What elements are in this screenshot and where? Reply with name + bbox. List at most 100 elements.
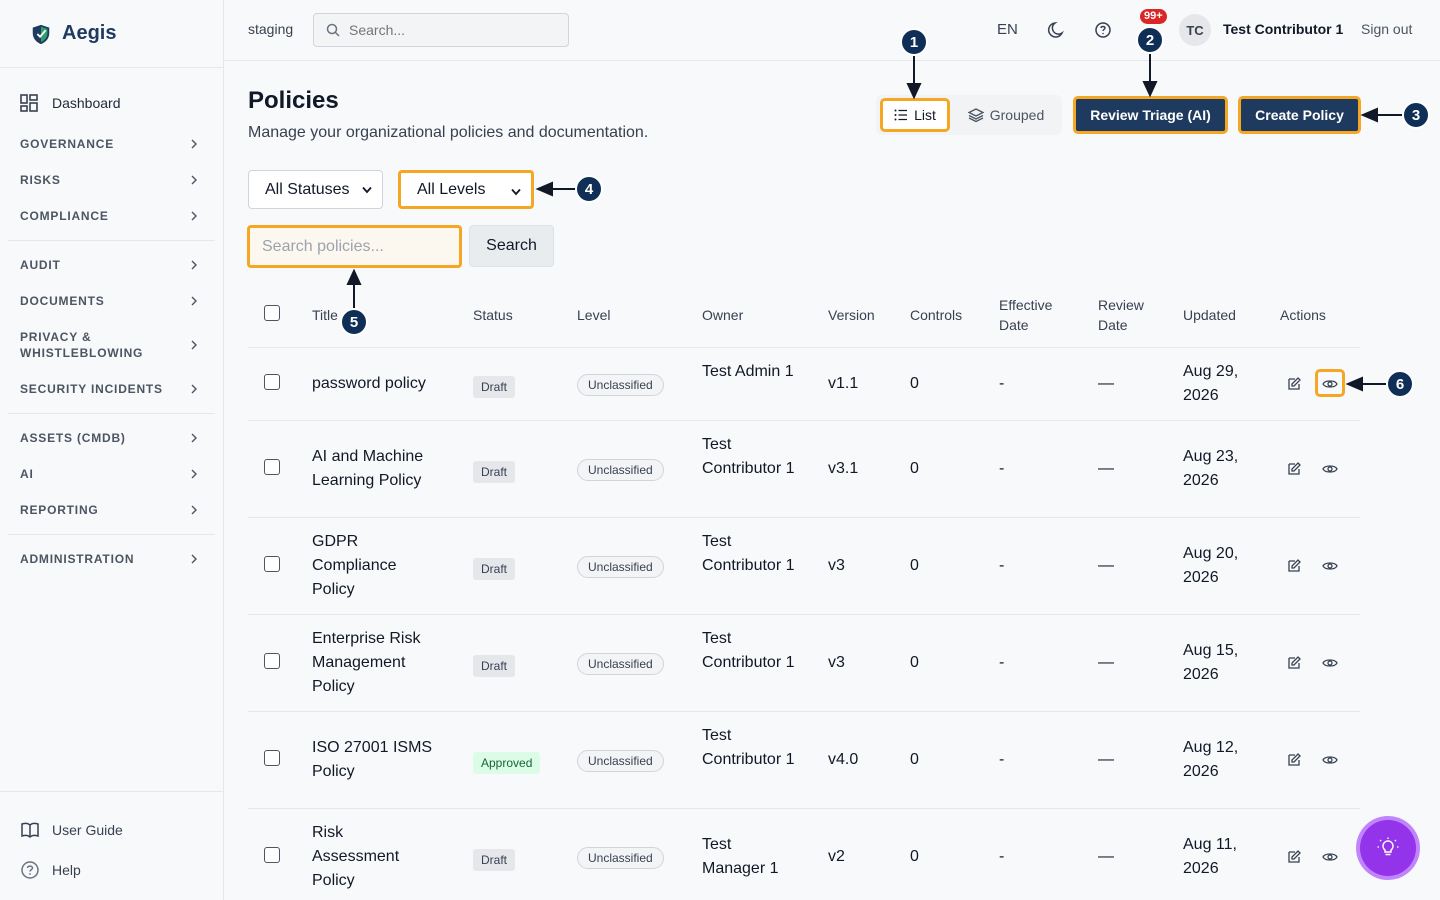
column-header-level[interactable]: Level [577, 305, 610, 325]
status-filter-select[interactable]: All Statuses [248, 170, 383, 209]
help-circle-icon[interactable] [1094, 21, 1112, 39]
sidebar-item-assets[interactable]: ASSETS (CMDB) [0, 420, 223, 456]
table-divider [248, 420, 1360, 421]
effective-date-cell: - [999, 751, 1005, 768]
topbar: staging EN 99+ TC Test Contributor 1 Sig… [224, 0, 1440, 61]
column-header-status[interactable]: Status [473, 305, 513, 325]
avatar[interactable]: TC [1179, 14, 1211, 46]
edit-icon[interactable] [1286, 849, 1302, 865]
edit-icon[interactable] [1286, 558, 1302, 574]
column-header-updated[interactable]: Updated [1183, 305, 1236, 325]
chevron-right-icon [191, 296, 197, 306]
global-search[interactable] [313, 13, 569, 47]
level-pill: Unclassified [577, 750, 664, 772]
policy-title-link[interactable]: AI and Machine Learning Policy [312, 445, 457, 493]
language-switcher[interactable]: EN [997, 21, 1018, 38]
owner-cell: Test Manager 1 [702, 836, 779, 877]
status-badge: Draft [473, 558, 516, 580]
sidebar-item-governance[interactable]: GOVERNANCE [0, 126, 223, 162]
row-checkbox[interactable] [264, 847, 280, 863]
row-checkbox[interactable] [264, 653, 280, 669]
chevron-right-icon [191, 505, 197, 515]
assistant-fab-button[interactable] [1360, 820, 1416, 876]
sidebar-item-compliance[interactable]: COMPLIANCE [0, 198, 223, 234]
sidebar-item-dashboard[interactable]: Dashboard [0, 90, 223, 116]
view-grouped-label: Grouped [989, 107, 1045, 123]
column-header-review-date[interactable]: Review Date [1098, 295, 1158, 335]
eye-icon[interactable] [1322, 752, 1338, 768]
sidebar-item-reporting[interactable]: REPORTING [0, 492, 223, 528]
effective-date-cell: - [999, 848, 1005, 865]
row-checkbox[interactable] [264, 750, 280, 766]
search-icon [326, 23, 340, 37]
sidebar-item-privacy[interactable]: PRIVACY & WHISTLEBLOWING [0, 319, 223, 371]
owner-cell: Test Contributor 1 [702, 630, 795, 671]
row-checkbox[interactable] [264, 374, 280, 390]
edit-icon[interactable] [1286, 461, 1302, 477]
search-button[interactable]: Search [469, 225, 554, 267]
view-list-label: List [914, 107, 936, 123]
column-header-owner[interactable]: Owner [702, 305, 743, 325]
select-all-checkbox[interactable] [264, 305, 280, 321]
global-search-input[interactable] [349, 22, 549, 38]
row-checkbox[interactable] [264, 459, 280, 475]
level-filter-select[interactable]: All Levels [398, 170, 534, 209]
dashboard-grid-icon [20, 94, 38, 112]
policy-title-link[interactable]: Risk Assessment Policy [312, 821, 422, 893]
review-date-cell: — [1098, 751, 1114, 768]
sidebar-item-label: SECURITY INCIDENTS [20, 382, 163, 396]
review-date-cell: — [1098, 654, 1114, 671]
column-header-controls[interactable]: Controls [910, 305, 962, 325]
column-header-title[interactable]: Title [312, 305, 338, 325]
sidebar-item-audit[interactable]: AUDIT [0, 247, 223, 283]
callout-marker-1: 1 [900, 28, 928, 56]
sidebar-item-administration[interactable]: ADMINISTRATION [0, 541, 223, 577]
sidebar-item-documents[interactable]: DOCUMENTS [0, 283, 223, 319]
chevron-right-icon [191, 340, 197, 350]
edit-icon[interactable] [1286, 655, 1302, 671]
eye-icon[interactable] [1322, 655, 1338, 671]
brand[interactable]: Aegis [0, 0, 223, 68]
sidebar-item-risks[interactable]: RISKS [0, 162, 223, 198]
notifications-badge[interactable]: 99+ [1140, 9, 1167, 24]
policy-search-input[interactable]: Search policies... [247, 225, 462, 268]
eye-icon[interactable] [1322, 376, 1338, 392]
moon-icon[interactable] [1047, 20, 1067, 40]
user-guide-link[interactable]: User Guide [0, 816, 223, 844]
column-header-version[interactable]: Version [828, 305, 875, 325]
eye-icon[interactable] [1322, 461, 1338, 477]
view-grouped-button[interactable]: Grouped [958, 98, 1054, 132]
policy-title-link[interactable]: password policy [312, 372, 462, 396]
help-link[interactable]: Help [0, 856, 223, 884]
policy-title-link[interactable]: GDPR Compliance Policy [312, 530, 422, 602]
sign-out-link[interactable]: Sign out [1361, 21, 1412, 37]
review-date-cell: — [1098, 848, 1114, 865]
chevron-right-icon [191, 260, 197, 270]
eye-icon[interactable] [1322, 849, 1338, 865]
row-checkbox[interactable] [264, 556, 280, 572]
version-cell: v1.1 [828, 375, 859, 392]
create-policy-button[interactable]: Create Policy [1238, 96, 1361, 134]
user-name[interactable]: Test Contributor 1 [1223, 21, 1343, 37]
status-badge: Draft [473, 376, 516, 398]
owner-cell: Test Contributor 1 [702, 533, 795, 574]
policy-title-link[interactable]: ISO 27001 ISMS Policy [312, 736, 452, 784]
sidebar-footer: User Guide Help [0, 791, 223, 900]
owner-cell: Test Contributor 1 [702, 727, 795, 768]
view-list-button[interactable]: List [880, 98, 950, 132]
list-icon [894, 109, 908, 121]
table-divider [248, 711, 1360, 712]
eye-icon[interactable] [1322, 558, 1338, 574]
callout-marker-2: 2 [1136, 26, 1164, 54]
chevron-right-icon [191, 554, 197, 564]
edit-icon[interactable] [1286, 376, 1302, 392]
edit-icon[interactable] [1286, 752, 1302, 768]
sidebar-item-label: AUDIT [20, 258, 61, 272]
updated-cell: Aug 29, 2026 [1183, 363, 1239, 404]
sidebar-item-security-incidents[interactable]: SECURITY INCIDENTS [0, 371, 223, 407]
column-header-effective-date[interactable]: Effective Date [999, 295, 1069, 335]
sidebar: Aegis Dashboard GOVERNANCE RISKS COMPLIA… [0, 0, 224, 900]
policy-title-link[interactable]: Enterprise Risk Management Policy [312, 627, 447, 699]
sidebar-item-ai[interactable]: AI [0, 456, 223, 492]
review-triage-button[interactable]: Review Triage (AI) [1073, 96, 1228, 134]
